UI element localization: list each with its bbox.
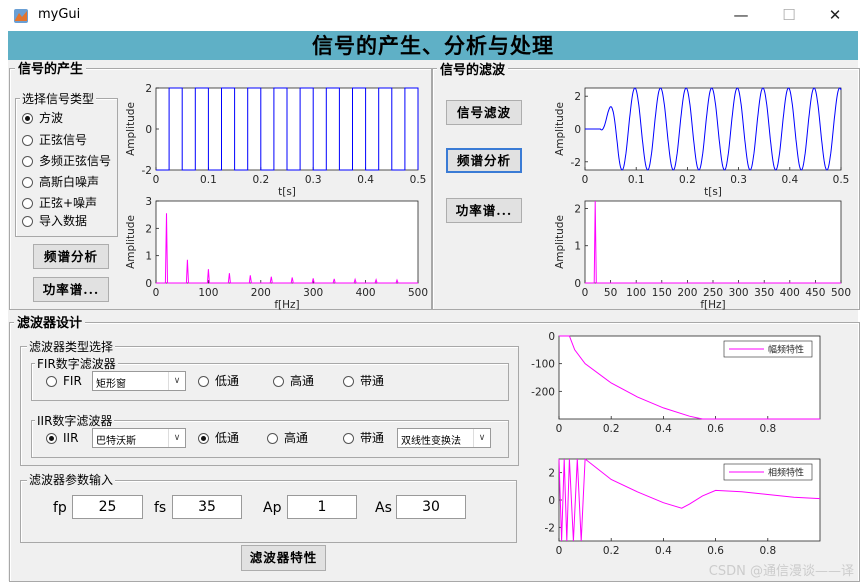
gen-spectrum-ytick-label: 0 bbox=[145, 278, 152, 290]
mag-resp-legend-label: 幅频特性 bbox=[768, 344, 804, 356]
phase-resp-xtick-label: 0 bbox=[556, 545, 563, 557]
filt-spectrum-xtick-label: 150 bbox=[652, 287, 672, 299]
gen-time-ylabel: Amplitude bbox=[125, 102, 137, 156]
gen-spectrum-xlabel: f[Hz] bbox=[274, 299, 299, 311]
gen-spectrum-ytick-label: 3 bbox=[145, 196, 152, 208]
gen-time-xtick-label: 0.3 bbox=[305, 174, 322, 186]
gen-spectrum-xtick-label: 0 bbox=[153, 287, 160, 299]
gen-spectrum-xtick-label: 400 bbox=[356, 287, 376, 299]
filt-spectrum-xtick-label: 450 bbox=[805, 287, 825, 299]
filt-spectrum-xtick-label: 500 bbox=[831, 287, 851, 299]
gen-time-series-line bbox=[156, 87, 419, 171]
filt-spectrum-ytick-label: 2 bbox=[574, 203, 581, 215]
gen-spectrum-ytick-label: 1 bbox=[145, 251, 152, 263]
filt-spectrum-axes bbox=[584, 200, 842, 284]
mag-resp-ytick-label: -200 bbox=[531, 386, 555, 398]
mag-resp-xtick-label: 0 bbox=[556, 423, 563, 435]
filt-spectrum-xtick-label: 0 bbox=[582, 287, 589, 299]
gen-time-xtick-label: 0.2 bbox=[252, 174, 269, 186]
filt-time-ylabel: Amplitude bbox=[554, 102, 566, 156]
filt-time-ytick-label: 0 bbox=[574, 124, 581, 136]
gen-time-xtick-label: 0.4 bbox=[357, 174, 374, 186]
filt-time-xtick-label: 0.4 bbox=[781, 174, 798, 186]
gen-spectrum-xtick-label: 300 bbox=[303, 287, 323, 299]
gen-spectrum-ylabel: Amplitude bbox=[125, 215, 137, 269]
gen-time-xtick-label: 0.1 bbox=[200, 174, 217, 186]
filt-spectrum-xtick-label: 200 bbox=[677, 287, 697, 299]
filt-time-xlabel: t[s] bbox=[704, 186, 722, 198]
filt-spectrum-xtick-label: 350 bbox=[754, 287, 774, 299]
gen-time-xlabel: t[s] bbox=[278, 186, 296, 198]
gen-spectrum-axes bbox=[155, 200, 419, 284]
gen-time-xtick-label: 0.5 bbox=[410, 174, 427, 186]
mag-resp-ytick-label: 0 bbox=[548, 331, 555, 343]
filt-spectrum-xtick-label: 400 bbox=[780, 287, 800, 299]
phase-resp-xtick-label: 0.2 bbox=[603, 545, 620, 557]
filt-spectrum-xtick-label: 300 bbox=[729, 287, 749, 299]
filt-spectrum-xlabel: f[Hz] bbox=[700, 299, 725, 311]
mag-resp-xtick-label: 0.8 bbox=[759, 423, 776, 435]
phase-resp-xtick-label: 0.4 bbox=[655, 545, 672, 557]
filt-spectrum-xtick-label: 100 bbox=[626, 287, 646, 299]
gen-time-ytick-label: 2 bbox=[145, 83, 152, 95]
filt-time-xtick-label: 0.1 bbox=[628, 174, 645, 186]
mag-resp-xtick-label: 0.4 bbox=[655, 423, 672, 435]
gen-time-ytick-label: -2 bbox=[142, 165, 152, 177]
filt-spectrum-ytick-label: 1 bbox=[574, 241, 581, 253]
gen-time-xtick-label: 0 bbox=[153, 174, 160, 186]
gen-spectrum-ytick-label: 2 bbox=[145, 223, 152, 235]
filt-time-xtick-label: 0.2 bbox=[679, 174, 696, 186]
phase-resp-legend-label: 相频特性 bbox=[768, 467, 804, 479]
gen-spectrum-xtick-label: 500 bbox=[408, 287, 428, 299]
gen-spectrum-xtick-label: 200 bbox=[251, 287, 271, 299]
filt-time-xtick-label: 0 bbox=[582, 174, 589, 186]
gen-spectrum-xtick-label: 100 bbox=[198, 287, 218, 299]
filt-spectrum-ytick-label: 0 bbox=[574, 278, 581, 290]
filt-spectrum-ylabel: Amplitude bbox=[554, 215, 566, 269]
filt-spectrum-xtick-label: 50 bbox=[604, 287, 617, 299]
phase-resp-xtick-label: 0.6 bbox=[707, 545, 724, 557]
phase-resp-ytick-label: 2 bbox=[548, 468, 555, 480]
phase-resp-xtick-label: 0.8 bbox=[759, 545, 776, 557]
gen-time-ytick-label: 0 bbox=[145, 124, 152, 136]
phase-resp-ytick-label: 0 bbox=[548, 495, 555, 507]
filt-time-axes bbox=[584, 87, 842, 171]
filt-time-ytick-label: 2 bbox=[574, 91, 581, 103]
filt-time-ytick-label: -2 bbox=[571, 157, 581, 169]
filt-spectrum-xtick-label: 250 bbox=[703, 287, 723, 299]
mag-resp-xtick-label: 0.6 bbox=[707, 423, 724, 435]
mag-resp-xtick-label: 0.2 bbox=[603, 423, 620, 435]
mag-resp-ytick-label: -100 bbox=[531, 359, 555, 371]
charts-canvas: 0 0.1 0.2 0.3 0.4 0.5-202t[s]Amplitude0 100 200… bbox=[125, 83, 851, 557]
filt-time-xtick-label: 0.3 bbox=[730, 174, 747, 186]
watermark: CSDN @通信漫谈——译 bbox=[708, 564, 854, 579]
phase-resp-ytick-label: -2 bbox=[545, 522, 555, 534]
filt-time-xtick-label: 0.5 bbox=[833, 174, 850, 186]
